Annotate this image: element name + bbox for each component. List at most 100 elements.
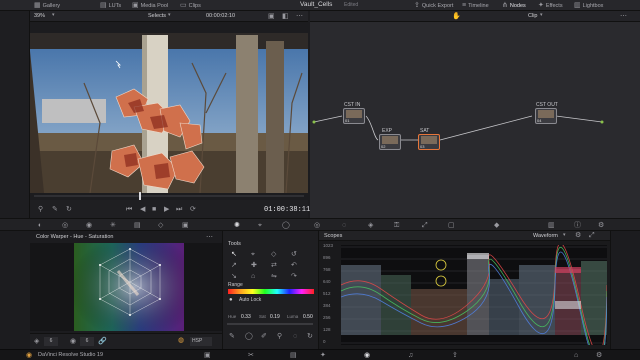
luma-value[interactable]: 0.50 (303, 314, 313, 320)
lock-icon[interactable]: ⌂ (251, 273, 255, 280)
hue-value[interactable]: 0.33 (241, 314, 251, 320)
gallery-button[interactable]: ▦ Gallery (34, 1, 60, 10)
hue-range-bar[interactable] (228, 289, 314, 294)
tool-icon[interactable]: ✎ (52, 206, 58, 213)
scrubber-track[interactable] (34, 195, 304, 197)
scope-mode-chevron-icon[interactable]: ▾ (563, 233, 566, 238)
loop-icon[interactable]: ↻ (66, 206, 72, 213)
mirror-icon[interactable]: ⇋ (271, 273, 277, 280)
viewer-image[interactable] (30, 33, 308, 193)
motion-effects-icon[interactable]: ◇ (158, 222, 163, 229)
info-icon[interactable]: ⓘ (574, 222, 581, 229)
waveform-display[interactable] (341, 245, 607, 345)
grid-size-b[interactable]: 6 (80, 337, 94, 346)
luts-button[interactable]: ▤ LUTs (100, 1, 121, 10)
settings-icon[interactable]: ⚙ (598, 222, 604, 229)
curves-icon[interactable]: ◐ (38, 222, 42, 229)
undo-icon[interactable]: ↶ (291, 262, 297, 269)
project-settings-icon[interactable]: ⚙ (596, 352, 602, 359)
scope-mode-dropdown[interactable]: Waveform (533, 233, 558, 239)
lightbox-button[interactable]: ▥ Lightbox (574, 1, 603, 10)
node-mode-dropdown[interactable]: Clip (528, 13, 537, 19)
node-mode-chevron-icon[interactable]: ▾ (540, 13, 543, 18)
select-icon[interactable]: ◇ (271, 251, 276, 258)
quick-export-button[interactable]: ⇪ Quick Export (414, 1, 453, 10)
chevron-down-icon[interactable]: ▾ (52, 13, 55, 18)
home-icon[interactable]: ⌂ (574, 352, 578, 359)
pin-icon[interactable]: ⌖ (251, 251, 255, 258)
erase-icon[interactable]: ◌ (293, 333, 297, 340)
skip-back-icon[interactable]: ⏮ (126, 206, 132, 213)
tracker-icon[interactable]: ◎ (314, 222, 320, 229)
key-icon[interactable]: ⚿ (394, 222, 399, 229)
play-reverse-icon[interactable]: ◀ (140, 206, 145, 213)
rgb-mixer-icon[interactable]: ▤ (134, 222, 141, 229)
window-icon[interactable]: ◯ (282, 222, 290, 229)
media-page-icon[interactable]: ▣ (204, 352, 211, 359)
tools-slider-track[interactable] (227, 323, 313, 325)
cut-page-icon[interactable]: ✂ (248, 352, 254, 359)
circle-tool-icon[interactable]: ◯ (245, 333, 253, 340)
hand-icon[interactable]: ✋ (452, 13, 461, 20)
redo-icon[interactable]: ↷ (291, 273, 297, 280)
qualifier-icon[interactable]: ⌖ (258, 222, 262, 229)
skip-forward-icon[interactable]: ⏭ (176, 206, 182, 213)
effects-button[interactable]: ✦ Effects (538, 1, 563, 10)
scope-settings-icon[interactable]: ⚙ (575, 232, 581, 239)
clips-button[interactable]: ▭ Clips (180, 1, 201, 10)
scope-expand-icon[interactable]: ⤢ (589, 232, 595, 239)
grid-icon[interactable]: ◈ (34, 338, 39, 345)
pointer-icon[interactable]: ↖ (231, 251, 237, 258)
magic-mask-icon[interactable]: ◌ (342, 222, 346, 229)
raw-icon[interactable]: ▣ (182, 222, 189, 229)
grid-b-icon[interactable]: ◉ (70, 338, 76, 345)
pick-icon[interactable]: ↗ (231, 262, 237, 269)
sat-value[interactable]: 0.19 (270, 314, 280, 320)
node-sat[interactable]: 03 (418, 134, 440, 150)
picker-icon[interactable]: ⚲ (277, 333, 282, 340)
viewer-timecode[interactable]: 00:00:02:10 (206, 13, 235, 19)
hdr-icon[interactable]: ✳ (110, 222, 116, 229)
fusion-page-icon[interactable]: ✦ (320, 352, 326, 359)
color-space-select[interactable]: HSP (190, 337, 212, 346)
warper-grid[interactable] (30, 243, 222, 331)
node-cst-out[interactable]: 04 (535, 108, 557, 124)
node-cst-in[interactable]: 01 (343, 108, 365, 124)
node-options-icon[interactable]: ⋯ (620, 13, 627, 20)
auto-lock-label[interactable]: Auto Lock (239, 297, 261, 303)
wipe-icon[interactable]: ◧ (282, 13, 289, 20)
warper-options-icon[interactable]: ⋯ (206, 234, 213, 241)
brush-icon[interactable]: ✐ (261, 333, 267, 340)
playhead[interactable] (139, 192, 141, 200)
sizing-icon[interactable]: ⤢ (422, 222, 428, 229)
color-warper-icon[interactable]: ✺ (234, 222, 240, 229)
eyedropper-icon[interactable]: ⚲ (38, 206, 43, 213)
color-wheels-icon[interactable]: ◎ (62, 222, 68, 229)
pen-icon[interactable]: ✎ (229, 333, 235, 340)
repeat-icon[interactable]: ⟳ (190, 206, 196, 213)
grid-size-a[interactable]: 6 (44, 337, 58, 346)
link-icon[interactable]: 🔗 (98, 338, 107, 345)
play-icon[interactable]: ▶ (164, 206, 169, 213)
fairlight-page-icon[interactable]: ♫ (408, 352, 413, 359)
add-pin-icon[interactable]: ✚ (251, 262, 257, 269)
color-page-icon[interactable]: ◉ (364, 352, 370, 359)
stop-icon[interactable]: ■ (152, 206, 156, 213)
reset-icon[interactable]: ↺ (291, 251, 297, 258)
edit-page-icon[interactable]: ▤ (290, 352, 297, 359)
deliver-page-icon[interactable]: ⇪ (452, 352, 458, 359)
timeline-button[interactable]: ≡ Timeline (462, 1, 489, 10)
convert-icon[interactable]: ⇄ (271, 262, 277, 269)
viewer-mode-icon[interactable]: ▣ (268, 13, 275, 20)
more-options-icon[interactable]: ⋯ (296, 13, 303, 20)
auto-lock-toggle-icon[interactable]: ● (229, 297, 233, 303)
3d-icon[interactable]: ▢ (448, 222, 455, 229)
color-space-icon[interactable]: ◍ (178, 337, 184, 344)
drag-icon[interactable]: ↘ (231, 273, 237, 280)
primaries-icon[interactable]: ◉ (86, 222, 92, 229)
keyframes-icon[interactable]: ◆ (494, 222, 499, 229)
nodes-button[interactable]: ⋔ Nodes (502, 1, 526, 10)
node-exp[interactable]: 02 (379, 134, 401, 150)
node-graph[interactable]: CST IN 01 EXP 02 SAT 03 CST OUT 04 (310, 22, 640, 218)
scopes-toggle-icon[interactable]: ▥ (548, 222, 555, 229)
